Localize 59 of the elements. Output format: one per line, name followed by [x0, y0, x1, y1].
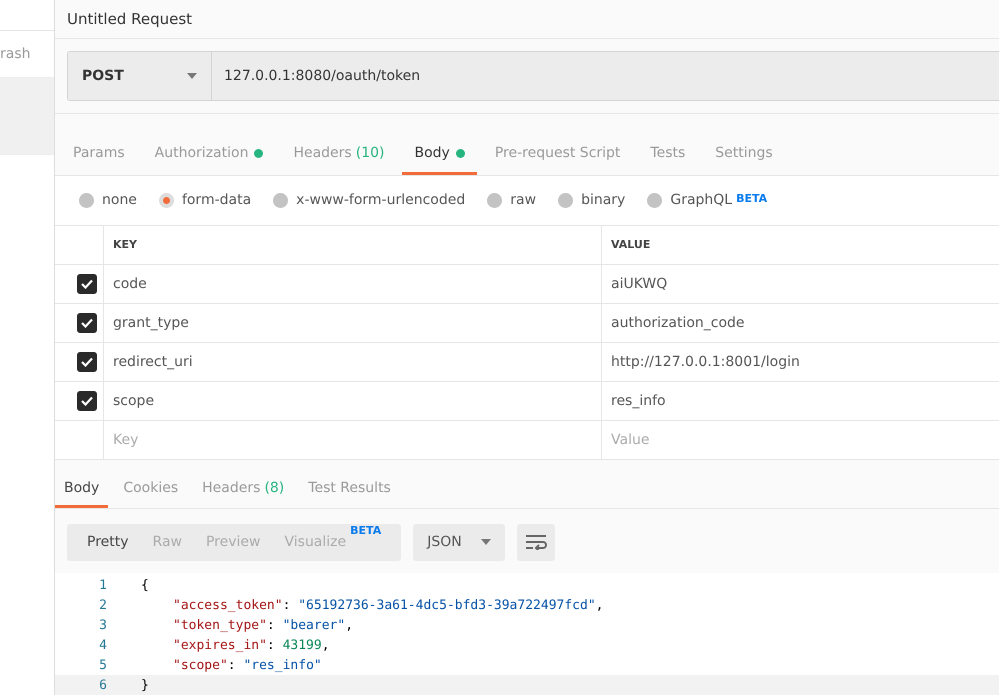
- check-icon: [81, 318, 93, 328]
- check-icon: [81, 278, 93, 289]
- request-tab[interactable]: Headers (10): [281, 134, 396, 176]
- wrap-lines-button[interactable]: [517, 524, 556, 561]
- body-type-radio[interactable]: none: [79, 192, 137, 208]
- key-field[interactable]: Key: [113, 432, 313, 448]
- url-field[interactable]: 127.0.0.1:8080/oauth/token: [212, 51, 999, 102]
- checkbox[interactable]: [77, 390, 97, 411]
- line-number: 4: [98, 638, 108, 652]
- response-tab[interactable]: Test Results: [299, 470, 400, 508]
- code-line: {: [141, 578, 149, 592]
- request-tab[interactable]: Settings: [703, 134, 785, 176]
- caret-icon: [187, 73, 197, 80]
- table-cell-text: res_info: [610, 392, 667, 411]
- body-type-radio[interactable]: binary: [558, 192, 626, 208]
- checkbox[interactable]: [77, 352, 97, 372]
- code-line: "token_type": "bearer",: [172, 618, 354, 632]
- body-type-radio[interactable]: raw: [487, 192, 536, 208]
- checkbox[interactable]: [77, 312, 97, 333]
- table-cell: grant_type: [104, 304, 602, 342]
- table-cell: code: [104, 264, 602, 303]
- column-header: VALUE: [610, 237, 652, 254]
- line-number: 6: [98, 678, 108, 692]
- body-type-radio[interactable]: form-data: [158, 192, 252, 208]
- line-number: 5: [98, 658, 108, 672]
- code-line: "expires_in": 43199,: [172, 638, 330, 652]
- method-dropdown[interactable]: POST: [67, 51, 212, 102]
- line-number: 1: [98, 578, 108, 592]
- table-cell: scope: [104, 382, 602, 420]
- table-cell: redirect_uri: [104, 342, 602, 381]
- code-line: "access_token": "65192736-3a61-4dc5-bfd3-39a722497fcd",: [172, 598, 604, 612]
- value-field[interactable]: Value: [611, 432, 811, 448]
- body-type-radio[interactable]: GraphQL $^{BETA}$: [647, 192, 768, 208]
- column-header: KEY: [104, 226, 602, 264]
- checkbox[interactable]: [77, 274, 97, 294]
- format-dropdown[interactable]: JSON: [413, 524, 506, 561]
- body-type-radio[interactable]: x-www-form-urlencoded: [273, 192, 466, 208]
- response-tab[interactable]: Cookies: [114, 470, 188, 508]
- check-icon: [81, 396, 93, 406]
- code-line: "scope": "res_info": [172, 658, 322, 672]
- request-tab[interactable]: Pre-request Script: [482, 134, 632, 176]
- code-line: }: [141, 678, 149, 692]
- response-tab[interactable]: Body: [55, 470, 108, 508]
- line-number: 3: [98, 618, 108, 632]
- view-mode-tab[interactable]: Pretty: [75, 524, 141, 561]
- table-cell-text: aiUKWQ: [610, 274, 668, 294]
- table-cell-text: authorization_code: [610, 314, 746, 333]
- view-mode-tab[interactable]: Raw: [140, 524, 194, 561]
- caret-icon: [481, 539, 492, 546]
- view-mode-tab[interactable]: Preview: [194, 524, 272, 561]
- table-cell-text: http://127.0.0.1:8001/login: [610, 352, 801, 372]
- wrap-lines-icon: [525, 534, 548, 550]
- request-title: Untitled Request: [67, 10, 192, 28]
- request-tab[interactable]: Tests: [638, 134, 698, 176]
- request-tab[interactable]: Params: [61, 134, 137, 176]
- check-icon: [81, 356, 93, 367]
- response-tab[interactable]: Headers (8): [193, 470, 294, 508]
- line-number: 2: [98, 598, 108, 612]
- request-tab[interactable]: Authorization: [142, 134, 276, 176]
